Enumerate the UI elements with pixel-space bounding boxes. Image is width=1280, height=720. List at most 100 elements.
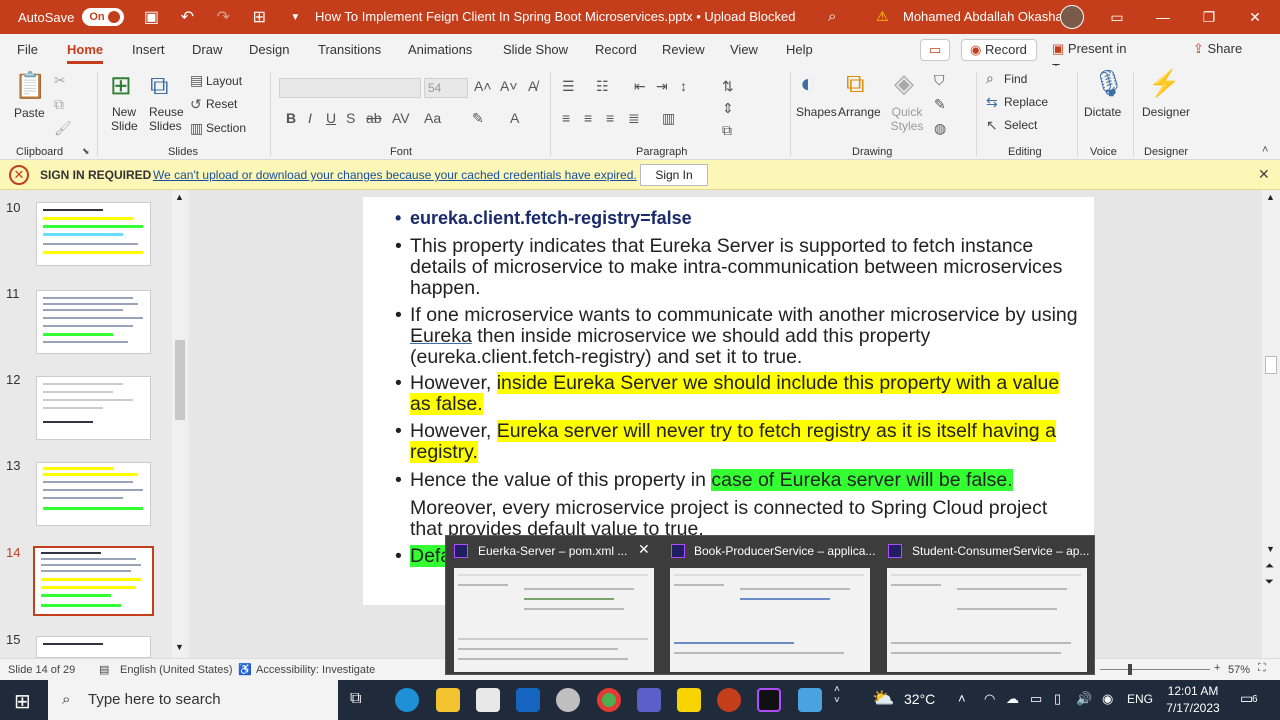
tab-home[interactable]: Home <box>67 42 104 64</box>
character-spacing-icon[interactable]: AV <box>392 110 410 126</box>
scroll-down-icon[interactable]: ▼ <box>175 642 184 652</box>
window-preview-3[interactable] <box>887 568 1087 672</box>
teams-icon[interactable] <box>637 688 661 712</box>
clear-formatting-icon[interactable]: A̸ <box>528 78 537 94</box>
window-preview-1[interactable] <box>454 568 654 672</box>
document-title[interactable]: How To Implement Feign Client In Spring … <box>315 0 795 34</box>
find-button[interactable]: Find <box>1004 72 1027 86</box>
text-direction-icon[interactable]: ⇅ <box>722 78 734 95</box>
search-icon[interactable]: ⌕ <box>828 8 836 25</box>
increase-indent-icon[interactable]: ⇥ <box>656 78 668 95</box>
slide-bullet-7[interactable]: • Defa <box>395 545 452 567</box>
tab-draw[interactable]: Draw <box>192 42 222 57</box>
clock-time[interactable]: 12:01 AM <box>1164 684 1222 698</box>
window-preview-2[interactable] <box>670 568 870 672</box>
language-status[interactable]: English (United States) <box>120 664 233 676</box>
input-language[interactable]: ENG <box>1127 692 1153 706</box>
slide-thumbnail-15[interactable] <box>36 636 151 658</box>
clipboard-launcher-icon[interactable]: ⬊ <box>82 146 90 157</box>
reset-button[interactable]: Reset <box>206 97 237 111</box>
highlight-icon[interactable]: ✎ <box>472 110 484 127</box>
align-text-icon[interactable]: ⇕ <box>722 100 734 117</box>
font-family-select[interactable] <box>279 78 421 98</box>
close-window-icon[interactable]: ✕ <box>638 541 650 558</box>
close-message-icon[interactable]: ✕ <box>1258 166 1270 183</box>
scroll-up-icon[interactable]: ▲ <box>175 192 184 202</box>
tab-file[interactable]: File <box>17 42 38 57</box>
zoom-slider-thumb[interactable] <box>1128 664 1132 675</box>
decrease-font-icon[interactable]: A˅ <box>500 78 518 94</box>
quick-styles-button[interactable]: Quick Styles <box>890 105 924 133</box>
decrease-indent-icon[interactable]: ⇤ <box>634 78 646 95</box>
tab-animations[interactable]: Animations <box>408 42 472 57</box>
powerpoint-icon[interactable] <box>717 688 741 712</box>
underline-icon[interactable]: U <box>326 110 336 126</box>
arrange-icon[interactable]: ⧉ <box>846 68 865 100</box>
reuse-slides-icon[interactable]: ⧉ <box>150 70 169 102</box>
dictate-button[interactable]: Dictate <box>1084 105 1121 119</box>
increase-font-icon[interactable]: A˄ <box>474 78 492 94</box>
sticky-notes-icon[interactable] <box>677 688 701 712</box>
previous-slide-icon[interactable]: ⏶ <box>1265 560 1274 573</box>
new-slide-icon[interactable]: ⊞ <box>110 70 132 101</box>
location-icon[interactable]: ◉ <box>1102 691 1113 707</box>
slide-heading[interactable]: • eureka.client.fetch-registry=false <box>395 208 1080 229</box>
format-painter-icon[interactable]: 🖌 <box>54 120 72 137</box>
share-button[interactable]: ⇪ Share <box>1185 39 1255 61</box>
intellij-taskbar-icon[interactable] <box>757 688 781 712</box>
slide-thumbnail-13[interactable] <box>36 462 151 526</box>
thumbnails-scrollbar[interactable]: ▲ ▼ <box>172 190 188 658</box>
customize-quick-access-icon[interactable]: ▼ <box>286 12 304 23</box>
restore-icon[interactable]: ❐ <box>1186 0 1232 34</box>
settings-app-icon[interactable] <box>556 688 580 712</box>
paste-button[interactable]: Paste <box>14 106 45 120</box>
italic-icon[interactable]: I <box>308 110 312 126</box>
slide-scroll-thumb[interactable] <box>1265 356 1277 374</box>
tab-slide-show[interactable]: Slide Show <box>503 42 568 57</box>
scroll-down-icon[interactable]: ▼ <box>1266 544 1275 554</box>
zoom-slider[interactable] <box>1100 669 1210 670</box>
message-text[interactable]: We can't upload or download your changes… <box>153 168 637 182</box>
bold-icon[interactable]: B <box>286 110 296 126</box>
slide-bullet-6[interactable]: •Moreover, every microservice project is… <box>410 498 1080 538</box>
change-case-icon[interactable]: Aa <box>424 110 441 126</box>
next-slide-icon[interactable]: ⏷ <box>1265 576 1274 589</box>
microphone-icon[interactable]: 🎙 <box>1092 68 1125 99</box>
align-center-icon[interactable]: ≡ <box>584 110 592 126</box>
slide-bullet-1[interactable]: • This property indicates that Eureka Ser… <box>395 236 1080 299</box>
line-spacing-icon[interactable]: ↕ <box>680 78 687 94</box>
store-icon[interactable] <box>476 688 500 712</box>
scroll-up-icon[interactable]: ▲ <box>1266 192 1275 202</box>
tab-help[interactable]: Help <box>786 42 813 57</box>
redo-icon[interactable]: ↷ <box>214 7 232 27</box>
edge-icon[interactable] <box>395 688 419 712</box>
slide-scrollbar[interactable]: ▲ ▼ ⏶ ⏷ <box>1262 190 1280 658</box>
tab-review[interactable]: Review <box>662 42 705 57</box>
slide-bullet-3[interactable]: • However, inside Eureka Server we should… <box>395 372 1080 415</box>
tab-view[interactable]: View <box>730 42 758 57</box>
proofing-icon[interactable]: ▤ <box>99 663 109 676</box>
comments-icon[interactable]: ▭ <box>920 39 950 61</box>
weather-icon[interactable]: ⛅ <box>872 688 894 709</box>
tab-transitions[interactable]: Transitions <box>318 42 381 57</box>
chrome-icon[interactable] <box>597 688 621 712</box>
font-size-select[interactable]: 54 <box>424 78 468 98</box>
shape-outline-icon[interactable]: ✎ <box>934 96 946 113</box>
volume-icon[interactable]: 🔊 <box>1076 691 1092 707</box>
taskbar-search-box[interactable]: ⌕ Type here to search <box>48 680 338 720</box>
copy-icon[interactable]: ⧉ <box>54 96 64 113</box>
sign-in-button[interactable]: Sign In <box>640 164 708 186</box>
network-icon[interactable]: ▭ <box>1030 691 1042 707</box>
shapes-icon[interactable]: ◐ <box>800 68 816 99</box>
slide-thumbnail-12[interactable] <box>36 376 151 440</box>
justify-icon[interactable]: ≣ <box>628 110 640 127</box>
windows-start-icon[interactable]: ⊞ <box>14 689 31 714</box>
present-in-teams-button[interactable]: ▣ Present in Teams <box>1044 39 1173 76</box>
designer-button[interactable]: Designer <box>1142 105 1190 119</box>
wifi-icon[interactable]: ◠ <box>984 691 995 707</box>
present-icon[interactable]: ⊞ <box>250 7 268 27</box>
slide-bullet-2[interactable]: • If one microservice wants to communicat… <box>395 305 1080 368</box>
align-right-icon[interactable]: ≡ <box>606 110 614 126</box>
zoom-level[interactable]: 57% <box>1228 664 1250 676</box>
app-icon[interactable] <box>798 688 822 712</box>
